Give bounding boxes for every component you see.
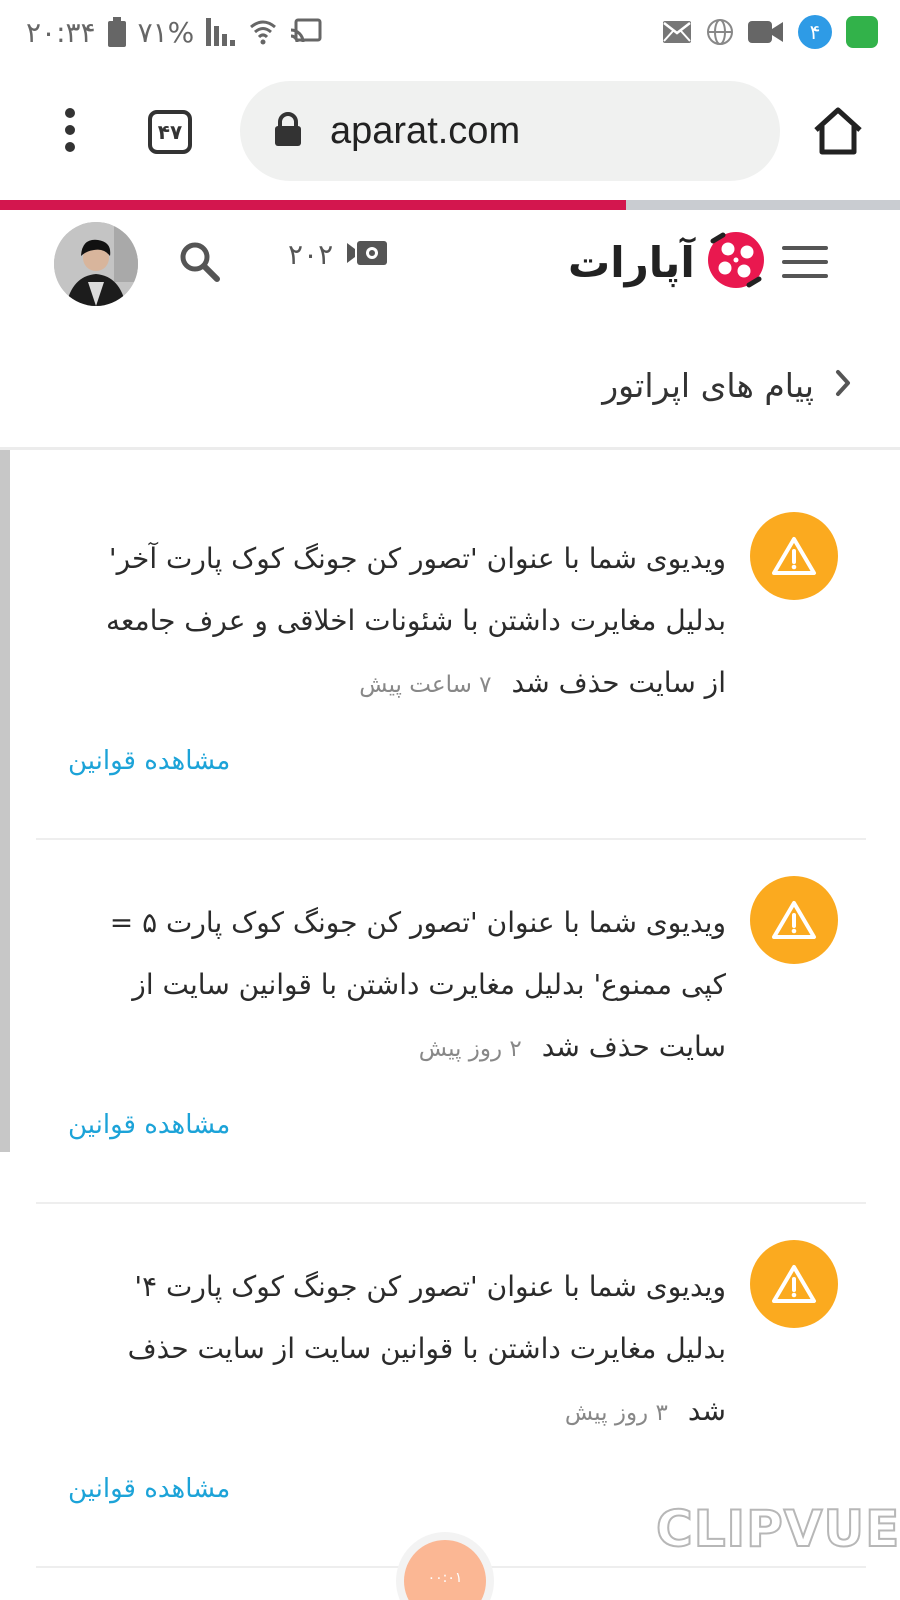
aparat-logo[interactable]: آپارات: [568, 228, 769, 296]
watermark: CLIPVUE: [655, 1499, 900, 1559]
battery-icon: [107, 17, 126, 47]
view-rules-link[interactable]: مشاهده قوانین: [68, 1110, 230, 1140]
message-text: ویدیوی شما با عنوان 'تصور کن جونگ کوک پا…: [76, 528, 726, 716]
user-avatar[interactable]: [54, 222, 138, 306]
header-divider: [0, 447, 900, 450]
page-load-progress-fill: [0, 200, 626, 210]
status-right: ۴: [662, 15, 878, 49]
message-divider: [36, 1202, 866, 1204]
message-text: ویدیوی شما با عنوان 'تصور کن جونگ کوک پا…: [76, 1256, 726, 1444]
mail-icon: [662, 20, 692, 44]
message-text: ویدیوی شما با عنوان 'تصور کن جونگ کوک پا…: [76, 892, 726, 1080]
url-text: aparat.com: [330, 109, 521, 152]
floating-button-label: ۰۰:۰۱: [427, 1570, 463, 1586]
page-load-progress: [0, 200, 900, 210]
upload-area[interactable]: ۲۰۲: [288, 238, 389, 271]
upload-count: ۲۰۲: [288, 238, 334, 271]
view-rules-link[interactable]: مشاهده قوانین: [68, 746, 230, 776]
browser-toolbar: ۴۷ aparat.com: [0, 76, 900, 186]
browser-menu-icon[interactable]: [56, 98, 84, 162]
aparat-logo-icon: [703, 227, 769, 297]
message-time: ۳ روز پیش: [564, 1400, 668, 1426]
globe-icon: [706, 18, 734, 46]
warning-icon: [750, 876, 838, 964]
lock-icon: [274, 112, 302, 150]
floating-button[interactable]: ۰۰:۰۱: [404, 1540, 486, 1600]
back-chevron-icon[interactable]: [834, 368, 852, 402]
warning-icon: [750, 1240, 838, 1328]
app-notification-icon: [846, 16, 878, 48]
message-body: ویدیوی شما با عنوان 'تصور کن جونگ کوک پا…: [109, 906, 726, 1063]
home-icon[interactable]: [812, 106, 864, 156]
site-header: آپارات ۲۰۲: [0, 212, 900, 312]
warning-icon: [750, 512, 838, 600]
upload-video-icon: [347, 239, 389, 271]
message-divider: [36, 838, 866, 840]
message-time: ۷ ساعت پیش: [359, 672, 492, 698]
signal-icon: [206, 18, 236, 46]
page-title-row: پیام های اپراتور: [0, 340, 900, 430]
status-left: ۲۰:۳۴ ۷۱%: [26, 16, 322, 49]
address-bar[interactable]: aparat.com: [240, 81, 780, 181]
logo-text: آپارات: [568, 237, 695, 287]
search-icon[interactable]: [178, 240, 222, 284]
scrollbar[interactable]: [0, 450, 10, 1152]
view-rules-link[interactable]: مشاهده قوانین: [68, 1474, 230, 1504]
battery-level: ۷۱%: [137, 15, 195, 49]
hamburger-menu-icon[interactable]: [782, 246, 828, 278]
cast-icon: [290, 18, 322, 46]
video-camera-icon: [748, 19, 784, 45]
message-time: ۲ روز پیش: [418, 1036, 522, 1062]
page-title: پیام های اپراتور: [602, 365, 814, 405]
tab-switcher-button[interactable]: ۴۷: [148, 110, 192, 154]
clock: ۲۰:۳۴: [26, 15, 96, 49]
status-bar: ۲۰:۳۴ ۷۱% ۴: [0, 0, 900, 64]
notification-badge: ۴: [798, 15, 832, 49]
wifi-icon: [248, 17, 278, 47]
